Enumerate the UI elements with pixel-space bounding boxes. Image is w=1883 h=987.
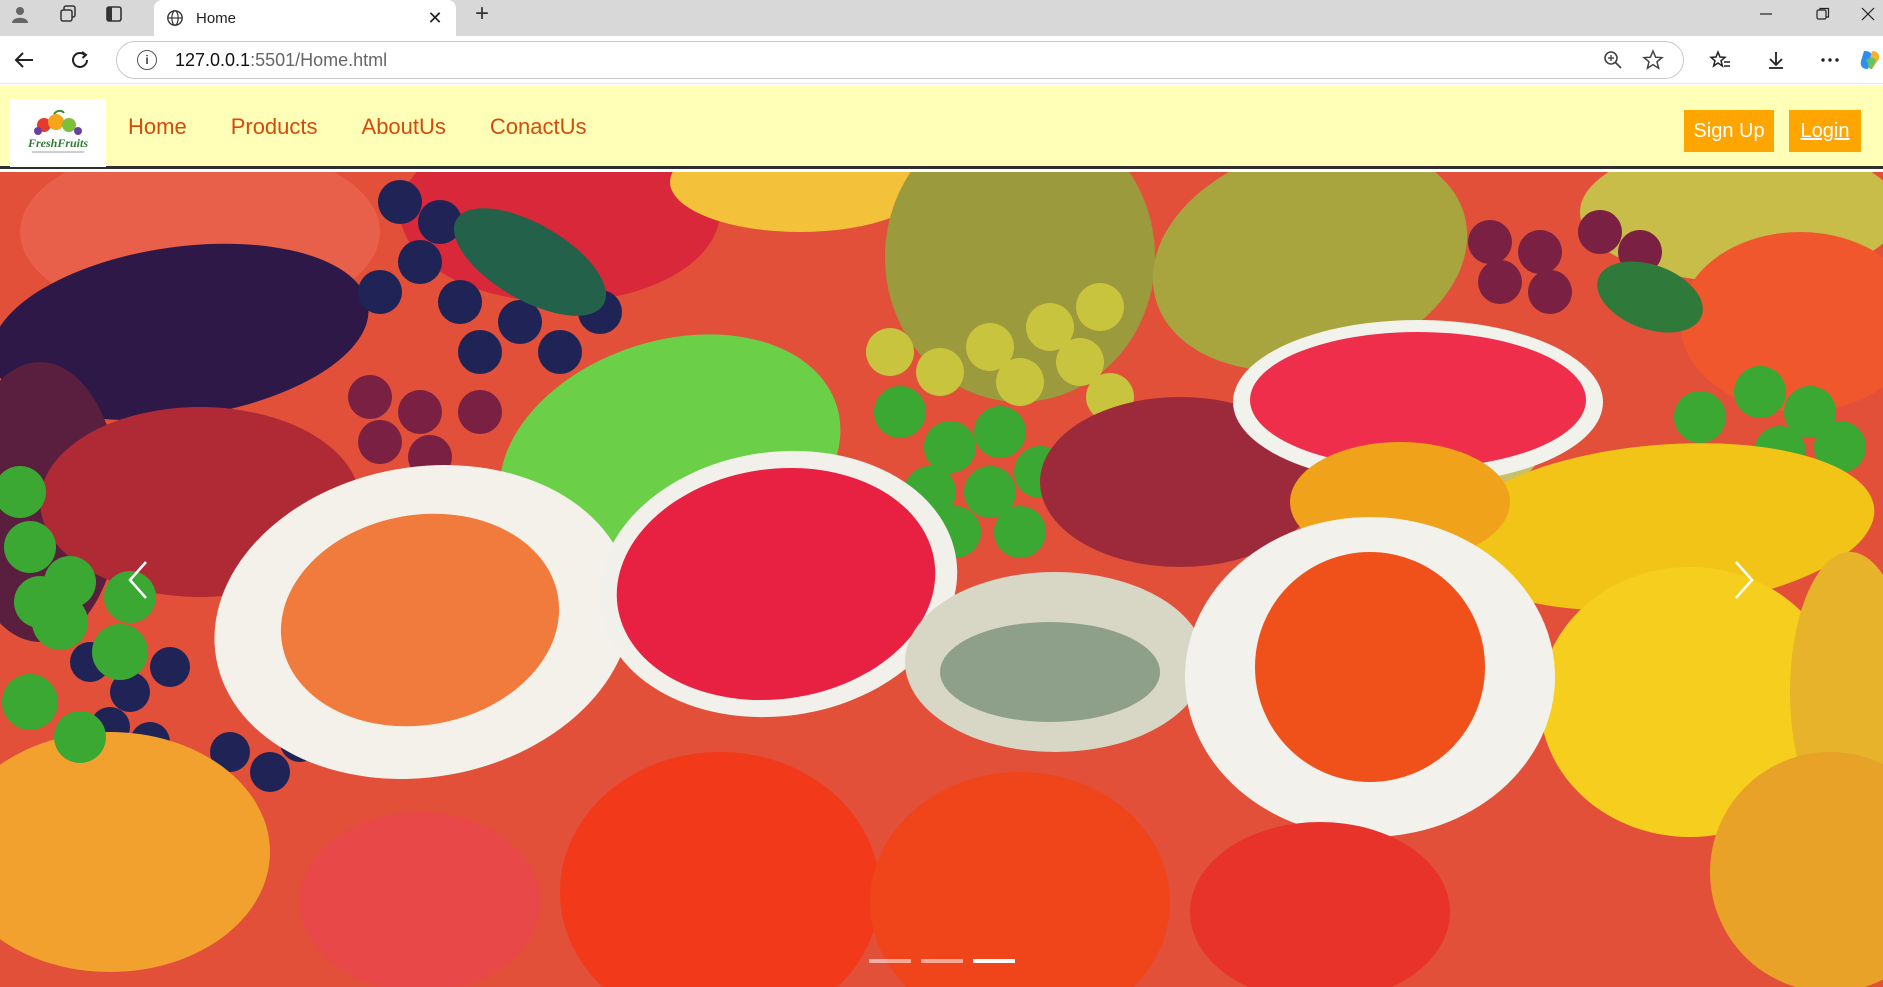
new-tab-button[interactable]: + <box>466 0 498 28</box>
carousel-indicator-1[interactable] <box>868 959 911 963</box>
tab-title: Home <box>196 9 237 27</box>
workspaces-icon[interactable] <box>50 0 86 28</box>
site-info-icon[interactable]: i <box>137 50 157 70</box>
carousel-next-button[interactable] <box>1684 172 1804 987</box>
nav-link-contactus[interactable]: ConactUs <box>490 114 587 140</box>
carousel-indicators <box>0 959 1883 963</box>
carousel-indicator-3[interactable] <box>972 959 1015 963</box>
more-options-icon[interactable] <box>1810 44 1850 76</box>
nav-link-aboutus[interactable]: AboutUs <box>362 114 446 140</box>
brand-logo[interactable]: FreshFruits <box>10 99 106 167</box>
chevron-right-icon <box>1735 560 1754 599</box>
globe-icon <box>167 10 183 26</box>
logo-text: FreshFruits <box>27 136 88 150</box>
site-navbar: FreshFruits Home Products AboutUs Conact… <box>0 85 1883 169</box>
tab-actions-icon[interactable] <box>96 0 132 28</box>
chevron-left-icon <box>128 560 147 599</box>
browser-tab-strip: Home ✕ + <box>0 0 1883 36</box>
close-tab-icon[interactable]: ✕ <box>424 8 446 29</box>
nav-link-home[interactable]: Home <box>128 114 187 140</box>
signup-button[interactable]: Sign Up <box>1684 110 1774 152</box>
zoom-icon[interactable] <box>1593 50 1633 70</box>
carousel-prev-button[interactable] <box>78 172 198 987</box>
hero-carousel <box>0 172 1883 987</box>
login-button[interactable]: Login <box>1789 110 1861 152</box>
profile-icon[interactable] <box>2 0 38 28</box>
tab-home[interactable]: Home ✕ <box>154 0 456 36</box>
close-window-icon[interactable] <box>1852 0 1883 28</box>
fruit-image <box>0 172 1883 987</box>
url-text[interactable]: 127.0.0.1:5501/Home.html <box>175 50 1593 71</box>
restore-icon[interactable] <box>1797 0 1849 28</box>
address-bar[interactable]: i 127.0.0.1:5501/Home.html <box>116 41 1684 79</box>
carousel-indicator-2[interactable] <box>920 959 963 963</box>
browser-toolbar: i 127.0.0.1:5501/Home.html <box>0 36 1883 84</box>
reload-icon[interactable] <box>62 44 98 76</box>
copilot-icon[interactable] <box>1858 44 1883 76</box>
back-icon[interactable] <box>6 44 42 76</box>
main-nav: Home Products AboutUs ConactUs <box>128 85 631 169</box>
downloads-icon[interactable] <box>1756 44 1796 76</box>
favorite-star-icon[interactable] <box>1633 49 1673 71</box>
minimize-icon[interactable] <box>1740 0 1792 28</box>
favorites-icon[interactable] <box>1700 44 1740 76</box>
nav-link-products[interactable]: Products <box>231 114 318 140</box>
